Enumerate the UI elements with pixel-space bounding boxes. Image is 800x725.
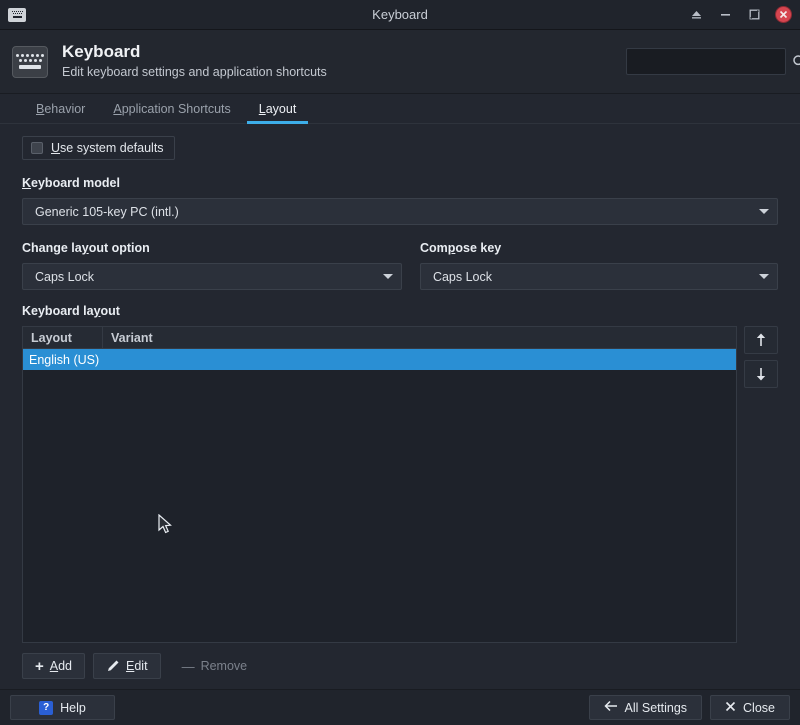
move-up-icon[interactable]: [744, 326, 778, 354]
close-icon[interactable]: [775, 6, 792, 23]
plus-icon: +: [35, 657, 44, 675]
minus-icon: —: [181, 658, 195, 674]
search-input[interactable]: [633, 53, 792, 70]
chevron-down-icon[interactable]: [382, 274, 393, 279]
all-settings-label: All Settings: [624, 700, 688, 715]
chevron-down-icon[interactable]: [759, 274, 769, 279]
keyboard-layout-label: Keyboard layout: [22, 304, 120, 318]
back-arrow-icon: [603, 700, 618, 715]
titlebar: Keyboard: [0, 0, 800, 30]
layout-tab-content: Use system defaults Keyboard model Gener…: [0, 124, 800, 689]
search-icon[interactable]: [792, 54, 800, 69]
compose-key-dropdown[interactable]: Caps Lock: [419, 263, 778, 290]
move-down-icon[interactable]: [744, 360, 778, 388]
tab-behavior-label: ehavior: [44, 102, 86, 116]
chevron-down-icon[interactable]: [759, 209, 769, 214]
tab-layout[interactable]: Layout: [245, 102, 311, 124]
dialog-footer: ? Help All Settings Close: [0, 689, 800, 725]
edit-button-label: Edit: [126, 659, 148, 673]
titlebar-buttons: [688, 6, 792, 23]
keyboard-settings-window: Keyboard Keyboard Edit keyboard settings: [0, 0, 800, 725]
minimize-icon[interactable]: [717, 7, 733, 23]
edit-button[interactable]: Edit: [93, 653, 161, 679]
remove-button: — Remove: [169, 653, 261, 679]
add-button[interactable]: + Add: [22, 653, 86, 679]
table-header: Layout Variant: [23, 327, 736, 349]
keyboard-icon: [12, 45, 48, 78]
shade-icon[interactable]: [688, 7, 704, 23]
layout-compose-row: Change layout option Caps Lock Compose k…: [22, 241, 778, 290]
footer-right-buttons: All Settings Close: [588, 695, 790, 720]
compose-key-value: Caps Lock: [432, 269, 492, 284]
add-button-label: Add: [49, 659, 73, 673]
tab-behavior[interactable]: Behavior: [22, 102, 99, 123]
cell-layout: English (US): [29, 352, 100, 367]
use-system-defaults-checkbox[interactable]: [31, 142, 43, 154]
reorder-buttons: [744, 326, 778, 643]
change-layout-option-label: Change layout option: [22, 241, 150, 255]
window-title: Keyboard: [372, 7, 428, 22]
header-text: Keyboard Edit keyboard settings and appl…: [62, 42, 327, 81]
keyboard-model-value: Generic 105-key PC (intl.): [35, 204, 179, 219]
change-layout-option-value: Caps Lock: [35, 269, 95, 284]
keyboard-model-dropdown[interactable]: Generic 105-key PC (intl.): [22, 198, 778, 225]
titlebar-keyboard-icon: [8, 7, 26, 22]
page-title: Keyboard: [62, 42, 141, 61]
compose-key-group: Compose key Caps Lock: [419, 241, 778, 290]
help-button[interactable]: ? Help: [10, 695, 115, 720]
change-layout-option-group: Change layout option Caps Lock: [22, 241, 402, 290]
change-layout-option-dropdown[interactable]: Caps Lock: [22, 263, 402, 290]
close-button[interactable]: Close: [710, 695, 790, 720]
keyboard-layout-table[interactable]: Layout Variant English (US): [22, 326, 737, 643]
maximize-icon[interactable]: [746, 7, 762, 23]
use-system-defaults-checkbox-row[interactable]: Use system defaults: [22, 136, 175, 160]
column-header-layout[interactable]: Layout: [23, 327, 103, 348]
close-button-label: Close: [743, 700, 775, 715]
pencil-icon: [106, 659, 120, 673]
x-icon: [725, 701, 736, 715]
tab-layout-label: ayout: [265, 102, 297, 116]
keyboard-layout-list-area: Layout Variant English (US): [22, 326, 778, 643]
use-system-defaults-mnemonic: U: [51, 141, 61, 155]
page-header: Keyboard Edit keyboard settings and appl…: [0, 30, 800, 94]
use-system-defaults-label: Use system defaults: [51, 141, 164, 155]
compose-key-label: Compose key: [419, 241, 502, 255]
all-settings-button[interactable]: All Settings: [588, 695, 703, 720]
keyboard-model-label: Keyboard model: [22, 176, 120, 190]
tab-application-shortcuts-label: pplication Shortcuts: [121, 102, 231, 116]
column-header-variant[interactable]: Variant: [103, 331, 736, 345]
table-body: English (US): [23, 349, 736, 642]
question-mark-icon: ?: [39, 700, 54, 715]
remove-button-label: Remove: [200, 659, 248, 673]
layout-action-buttons: + Add Edit — Remove: [22, 643, 778, 689]
page-subtitle: Edit keyboard settings and application s…: [62, 65, 327, 79]
table-row[interactable]: English (US): [23, 349, 736, 370]
tab-application-shortcuts[interactable]: Application Shortcuts: [99, 102, 244, 123]
search-box[interactable]: [626, 48, 800, 75]
help-button-label: Help: [60, 700, 86, 715]
tabbar: Behavior Application Shortcuts Layout: [0, 94, 800, 124]
